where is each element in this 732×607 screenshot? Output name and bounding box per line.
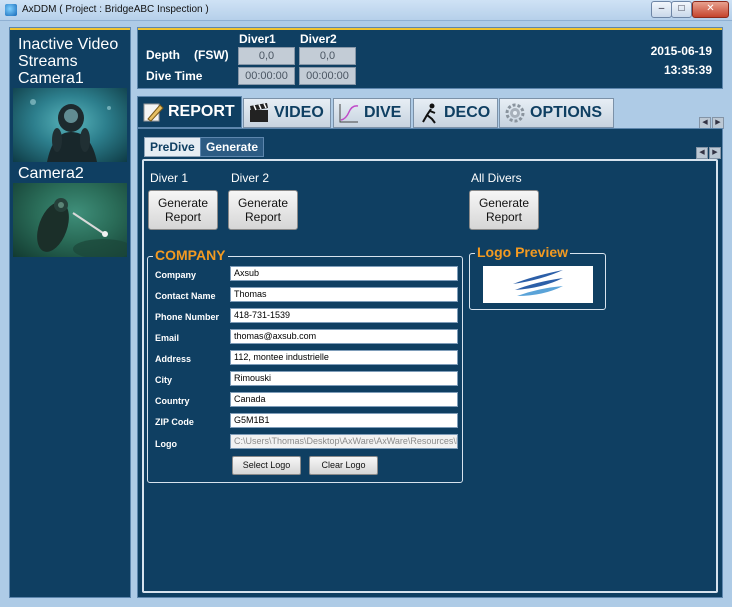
email-field[interactable]: thomas@axsub.com	[230, 329, 458, 344]
diver2-dive-time: 00:00:00	[299, 67, 356, 85]
diver2-section-label: Diver 2	[231, 171, 270, 185]
video-streams-panel: Inactive Video Streams Camera1 Camera2	[9, 27, 131, 598]
app-icon	[5, 4, 17, 16]
logo-preview-title: Logo Preview	[475, 244, 571, 260]
camera1-label: Camera1	[18, 70, 84, 87]
panel-accent-line	[138, 28, 722, 30]
camera2-label: Camera2	[18, 165, 84, 182]
company-field[interactable]: Axsub	[230, 266, 458, 281]
zip-code-label: ZIP Code	[155, 417, 194, 427]
diver2-depth-value: 0,0	[299, 47, 356, 65]
diver1-depth-value: 0,0	[238, 47, 295, 65]
diver-icon	[422, 103, 436, 124]
city-label: City	[155, 375, 173, 385]
panel-accent-line	[10, 28, 130, 30]
all-divers-section-label: All Divers	[471, 171, 522, 185]
company-label: Company	[155, 270, 197, 280]
camera1-diver-image	[30, 99, 111, 162]
clear-logo-button[interactable]: Clear Logo	[309, 456, 378, 475]
tab-deco-label: DECO	[444, 104, 491, 121]
gear-icon	[505, 103, 525, 123]
city-field[interactable]: Rimouski	[230, 371, 458, 386]
logo-preview-image	[483, 266, 593, 303]
generate-report-diver2-button[interactable]: Generate Report	[228, 190, 298, 230]
maximize-button[interactable]: □	[671, 1, 692, 18]
clapperboard-icon	[250, 103, 268, 122]
subtab-generate[interactable]: Generate	[200, 137, 265, 157]
diver1-dive-time: 00:00:00	[238, 67, 295, 85]
window-title: AxDDM ( Project : BridgeABC Inspection )	[22, 4, 209, 15]
diver1-header-label: Diver1	[239, 32, 276, 46]
camera1-video-feed[interactable]	[13, 88, 127, 162]
tab-video[interactable]: VIDEO	[243, 98, 331, 128]
inactive-streams-label: Inactive Video Streams	[18, 36, 119, 70]
tab-dive-label: DIVE	[364, 104, 402, 121]
subtab-predive[interactable]: PreDive	[144, 137, 201, 157]
address-field[interactable]: 112, montee industrielle	[230, 350, 458, 365]
logo-path-label: Logo	[155, 439, 177, 449]
title-bar: AxDDM ( Project : BridgeABC Inspection )…	[0, 0, 732, 21]
country-label: Country	[155, 396, 190, 406]
address-label: Address	[155, 354, 192, 364]
company-groupbox: COMPANY Company Axsub Contact Name Thoma…	[147, 247, 463, 483]
phone-number-label: Phone Number	[155, 312, 220, 322]
tab-deco[interactable]: DECO	[413, 98, 498, 128]
camera2-video-feed[interactable]	[13, 183, 127, 257]
company-section-title: COMPANY	[153, 247, 228, 263]
dive-status-header: Diver1 Diver2 Depth (FSW) 0,0 0,0 Dive T…	[137, 27, 723, 89]
tab-report-label: REPORT	[168, 103, 235, 120]
time-display: 13:35:39	[663, 63, 712, 77]
country-field[interactable]: Canada	[230, 392, 458, 407]
camera2-diver-image	[37, 198, 127, 257]
generate-report-all-button[interactable]: Generate Report	[469, 190, 539, 230]
contact-name-field[interactable]: Thomas	[230, 287, 458, 302]
tab-report[interactable]: REPORT	[137, 96, 242, 128]
date-display: 2015-06-19	[650, 44, 712, 58]
dive-time-label: Dive Time	[146, 69, 203, 83]
depth-unit-label: (FSW)	[194, 48, 229, 62]
tab-video-label: VIDEO	[274, 104, 324, 121]
zip-code-field[interactable]: G5M1B1	[230, 413, 458, 428]
logo-path-field: C:\Users\Thomas\Desktop\AxWare\AxWare\Re…	[230, 434, 458, 449]
tab-options[interactable]: OPTIONS	[499, 98, 614, 128]
phone-number-field[interactable]: 418-731-1539	[230, 308, 458, 323]
subtab-scroll-left-button[interactable]: ◀	[696, 147, 708, 159]
minimize-button[interactable]: –	[651, 1, 672, 18]
close-button[interactable]: ✕	[692, 1, 729, 18]
tab-dive[interactable]: DIVE	[333, 98, 411, 128]
logo-preview-groupbox: Logo Preview	[469, 244, 606, 310]
email-label: Email	[155, 333, 180, 343]
generate-report-diver1-button[interactable]: Generate Report	[148, 190, 218, 230]
pencil-icon	[143, 103, 164, 122]
subtab-scroll: ◀ ▶	[696, 147, 721, 159]
dive-profile-icon	[339, 104, 359, 123]
tab-options-label: OPTIONS	[530, 104, 603, 121]
contact-name-label: Contact Name	[155, 291, 216, 301]
select-logo-button[interactable]: Select Logo	[232, 456, 301, 475]
subtab-scroll-right-button[interactable]: ▶	[709, 147, 721, 159]
diver2-header-label: Diver2	[300, 32, 337, 46]
diver1-section-label: Diver 1	[150, 171, 189, 185]
depth-label: Depth	[146, 48, 180, 62]
wave-logo-icon	[513, 270, 563, 296]
